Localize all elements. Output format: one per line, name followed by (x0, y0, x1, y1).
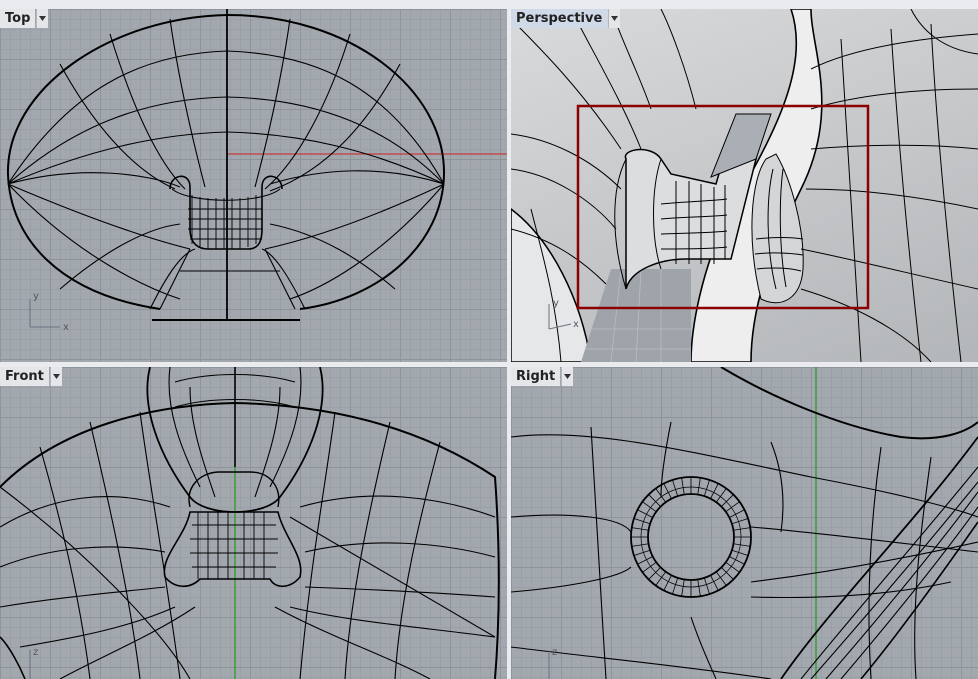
ring-segment (697, 477, 701, 495)
viewport-perspective[interactable]: Perspective y x (511, 9, 978, 362)
viewport-title-right[interactable]: Right (511, 367, 574, 386)
ring-segment (672, 479, 679, 497)
svg-text:z: z (552, 647, 557, 658)
svg-text:z: z (33, 647, 38, 658)
ring-segment (631, 543, 649, 547)
viewport-title-text: Front (0, 367, 49, 386)
ring-segment (703, 577, 710, 595)
top-wireframe: y x (6, 9, 507, 333)
viewport-title-perspective[interactable]: Perspective (511, 9, 621, 28)
viewport-title-front[interactable]: Front (0, 367, 62, 386)
viewport-title-text: Right (511, 367, 561, 386)
svg-text:x: x (63, 322, 69, 333)
viewport-top[interactable]: Top y x (0, 9, 507, 362)
right-wireframe: z (511, 367, 978, 679)
ring-segment (721, 567, 734, 580)
ring-segment (733, 543, 751, 547)
perspective-render: y x (511, 9, 978, 362)
viewport-title-text: Perspective (511, 9, 608, 28)
ring-segment (633, 518, 651, 525)
ring-segment (631, 527, 649, 531)
svg-text:x: x (573, 319, 579, 330)
triangle-down-icon[interactable] (49, 367, 62, 386)
ring-segment (681, 579, 685, 597)
front-wireframe: z (0, 367, 500, 679)
ring-segment (648, 494, 661, 507)
ring-segment (721, 494, 734, 507)
viewport-right[interactable]: Right z (511, 367, 978, 679)
triangle-down-icon[interactable] (36, 9, 49, 28)
viewport-title-text: Top (0, 9, 36, 28)
ring-segment (648, 567, 661, 580)
ring-segment (633, 549, 651, 556)
svg-text:y: y (33, 291, 39, 302)
ring-segment (681, 477, 685, 495)
ring-segment (672, 577, 679, 595)
viewport-title-top[interactable]: Top (0, 9, 49, 28)
triangle-down-icon[interactable] (608, 9, 621, 28)
svg-text:y: y (553, 298, 559, 309)
ring-segments (631, 477, 751, 597)
ring-segment (731, 518, 749, 525)
ring-segment (733, 527, 751, 531)
ring-segment (697, 579, 701, 597)
ring-segment (731, 549, 749, 556)
triangle-down-icon[interactable] (561, 367, 574, 386)
ring-segment (703, 479, 710, 497)
viewport-front[interactable]: Front z (0, 367, 507, 679)
